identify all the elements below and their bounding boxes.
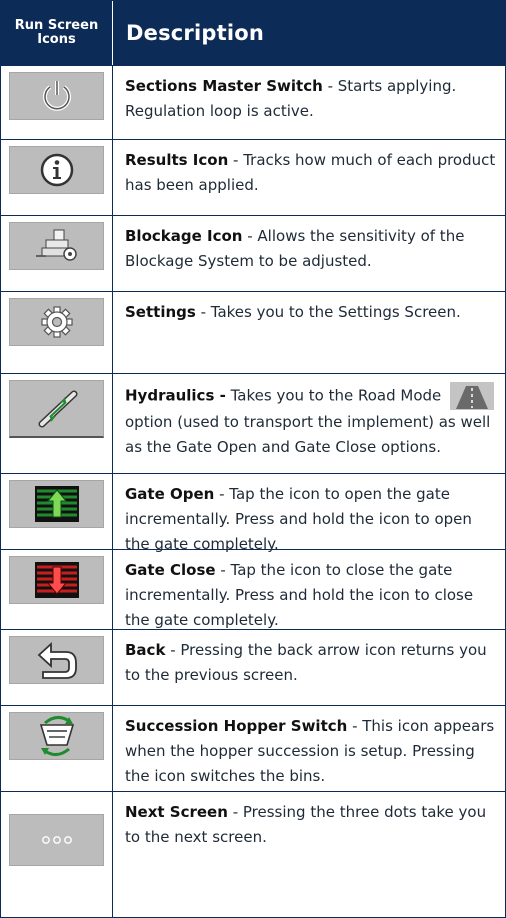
row-title: Results Icon (125, 151, 229, 169)
table-row: Sections Master Switch - Starts applying… (1, 65, 505, 139)
icon-reference-table: Run Screen Icons Description Sections Ma… (0, 0, 506, 918)
icon-cell (1, 374, 113, 473)
icon-cell (1, 140, 113, 215)
header-description-column: Description (126, 21, 265, 45)
hydraulic-cylinder-icon (9, 380, 104, 438)
row-title: Next Screen (125, 803, 228, 821)
description-cell: Hydraulics - Takes you to the Road Mode … (113, 374, 505, 473)
description-cell: Gate Close - Tap the icon to close the g… (125, 561, 474, 629)
table-row: Next Screen - Pressing the three dots ta… (1, 791, 505, 917)
description-cell: Next Screen - Pressing the three dots ta… (125, 803, 487, 846)
table-row: Gate Close - Tap the icon to close the g… (1, 549, 505, 629)
icon-cell (1, 474, 113, 549)
row-title: Hydraulics - (125, 386, 226, 405)
description-cell: Gate Open - Tap the icon to open the gat… (125, 485, 472, 553)
row-title: Sections Master Switch (125, 77, 323, 95)
row-title: Gate Close (125, 561, 216, 579)
row-title: Settings (125, 303, 196, 321)
row-title: Back (125, 641, 166, 659)
table-row: Hydraulics - Takes you to the Road Mode … (1, 373, 505, 473)
header-icons-label-line2: Icons (37, 32, 76, 47)
table-row: Succession Hopper Switch - This icon app… (1, 705, 505, 791)
row-title: Gate Open (125, 485, 215, 503)
table-row: Blockage Icon - Allows the sensitivity o… (1, 215, 505, 291)
info-icon (9, 146, 104, 194)
icon-cell (1, 706, 113, 791)
icon-cell (1, 216, 113, 291)
power-icon (9, 72, 104, 120)
row-title: Blockage Icon (125, 227, 243, 245)
icon-cell (1, 792, 113, 917)
table-row: Back - Pressing the back arrow icon retu… (1, 629, 505, 705)
hopper-switch-icon (9, 712, 104, 760)
table-header: Run Screen Icons Description (1, 1, 505, 65)
row-text-before: Takes you to the Road Mode (230, 386, 442, 405)
gear-icon (9, 298, 104, 346)
row-text: option (used to transport the implement)… (125, 413, 491, 456)
header-icons-label-line1: Run Screen (14, 18, 99, 33)
table-row: Settings - Takes you to the Settings Scr… (1, 291, 505, 373)
header-icons-column: Run Screen Icons (1, 1, 113, 65)
table-row: Gate Open - Tap the icon to open the gat… (1, 473, 505, 553)
icon-cell (1, 550, 113, 629)
gate-close-icon (9, 556, 104, 604)
back-arrow-icon (9, 636, 104, 684)
icon-cell (1, 292, 113, 373)
blockage-icon (9, 222, 104, 270)
description-cell: Back - Pressing the back arrow icon retu… (125, 641, 487, 684)
description-cell: Blockage Icon - Allows the sensitivity o… (125, 227, 465, 270)
icon-cell (1, 630, 113, 705)
icon-cell (1, 66, 113, 139)
row-title: Succession Hopper Switch (125, 717, 348, 735)
row-text: Pressing the back arrow icon returns you… (125, 641, 487, 684)
row-text: Takes you to the Settings Screen. (210, 303, 461, 321)
road-mode-icon (450, 382, 495, 410)
description-cell: Settings - Takes you to the Settings Scr… (125, 303, 461, 321)
gate-open-icon (9, 480, 104, 528)
description-cell: Sections Master Switch - Starts applying… (125, 77, 457, 120)
description-cell: Results Icon - Tracks how much of each p… (125, 151, 496, 194)
description-cell: Succession Hopper Switch - This icon app… (125, 717, 495, 785)
more-dots-icon (9, 814, 104, 866)
table-row: Results Icon - Tracks how much of each p… (1, 139, 505, 215)
